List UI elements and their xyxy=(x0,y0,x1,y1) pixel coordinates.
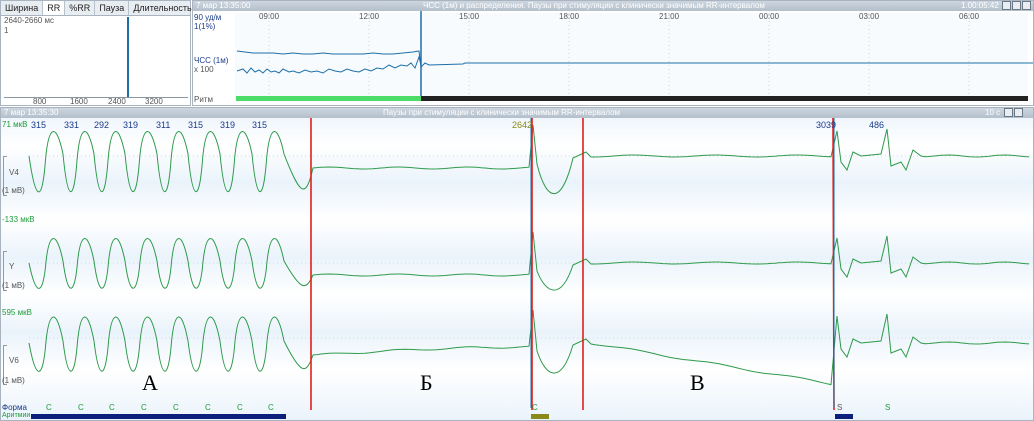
rr-value: 319 xyxy=(123,120,139,130)
lead-v6-trace xyxy=(28,309,1030,386)
trend-time-tick: 21:00 xyxy=(659,12,680,21)
tab-duration[interactable]: Длительность xyxy=(129,1,197,15)
tab-pause[interactable]: Пауза xyxy=(95,1,130,15)
trend-rhythm-label: Ритм xyxy=(194,95,213,104)
beat-form: C xyxy=(109,403,115,412)
histogram-tabs: Ширина RR %RR Пауза Длительность xyxy=(1,1,197,16)
tab-rr[interactable]: RR xyxy=(43,1,66,15)
trend-scale: x 100 xyxy=(194,65,214,74)
rr-value: 315 xyxy=(252,120,268,130)
lead-scale: (1 мВ) xyxy=(2,376,25,385)
trend-date: 7 мар 13:35:00 xyxy=(196,1,251,10)
trend-y-count: 1(1%) xyxy=(194,22,216,31)
histogram-panel: Ширина RR %RR Пауза Длительность 2640-26… xyxy=(0,0,197,106)
trend-y-axis: 90 уд/м 1(1%) ЧСС (1м) x 100 Ритм xyxy=(193,11,235,105)
beat-form: S xyxy=(885,403,891,412)
trend-titlebar: 7 мар 13:35:00 ЧСС (1м) и распределения.… xyxy=(193,1,1033,11)
pause-rr-value: 3039 xyxy=(816,120,837,130)
ecg-date: 7 мар 13:35:30 xyxy=(4,108,59,117)
trend-time-tick: 06:00 xyxy=(959,12,980,21)
ecg-panel: 7 мар 13:35:30 Паузы при стимуляции с кл… xyxy=(0,107,1034,421)
trend-time-tick: 00:00 xyxy=(759,12,780,21)
arrhythmia-label: Аритмии xyxy=(2,412,31,419)
beat-form: C xyxy=(237,403,243,412)
form-label: Форма xyxy=(2,403,27,412)
zoom-button-icon[interactable] xyxy=(1002,1,1011,11)
lead-offset: 595 мкВ xyxy=(2,308,32,317)
tab-width[interactable]: Ширина xyxy=(1,1,44,15)
pause-rr-value: 2642 xyxy=(512,120,533,130)
ecg-titlebar: 7 мар 13:35:30 Паузы при стимуляции с кл… xyxy=(1,108,1033,118)
tab-percent-rr[interactable]: %RR xyxy=(65,1,96,15)
rr-value: 486 xyxy=(869,120,885,130)
beat-form: C xyxy=(46,403,52,412)
histogram-range: 2640-2660 мс xyxy=(4,16,54,25)
trend-title: ЧСС (1м) и распределения. Паузы при стим… xyxy=(423,1,765,10)
lead-scale: (1 мВ) xyxy=(2,281,25,290)
lead-y-trace xyxy=(28,231,1030,291)
lead-name: V4 xyxy=(9,168,19,177)
zoom-button-icon[interactable] xyxy=(1004,108,1013,118)
trend-time-tick: 12:00 xyxy=(359,12,380,21)
histogram-count: 1 xyxy=(4,26,9,35)
segment-label-a: А xyxy=(142,370,158,395)
histogram-bar xyxy=(127,17,129,97)
close-icon[interactable] xyxy=(1014,108,1023,118)
segment-label-b: Б xyxy=(420,370,433,395)
trend-time-tick: 18:00 xyxy=(559,12,580,21)
histogram-tick: 2400 xyxy=(108,97,126,106)
beat-form: C xyxy=(78,403,84,412)
histogram-tick: 1600 xyxy=(70,97,88,106)
restore-button-icon[interactable] xyxy=(1012,1,1021,11)
beat-form: C xyxy=(205,403,211,412)
lead-offset: 71 мкВ xyxy=(2,120,28,129)
trend-time-tick: 09:00 xyxy=(259,12,280,21)
beat-form: S xyxy=(837,403,843,412)
lead-scale: (1 мВ) xyxy=(2,186,25,195)
trend-time-tick: 03:00 xyxy=(859,12,880,21)
lead-name: V6 xyxy=(9,356,19,365)
rr-value: 315 xyxy=(31,120,47,130)
trend-y-top: 90 уд/м xyxy=(194,13,222,22)
trend-panel: 7 мар 13:35:00 ЧСС (1м) и распределения.… xyxy=(192,0,1034,106)
beat-form: C xyxy=(532,403,538,412)
lead-offset: -133 мкВ xyxy=(2,215,35,224)
beat-form: C xyxy=(173,403,179,412)
rr-value: 331 xyxy=(64,120,80,130)
close-icon[interactable] xyxy=(1022,1,1031,11)
trend-duration: 1.00:05:42 xyxy=(961,1,999,10)
beat-form: C xyxy=(268,403,274,412)
rr-value: 315 xyxy=(188,120,204,130)
ecg-speed: 10 с xyxy=(985,108,1001,117)
histogram-tick: 3200 xyxy=(145,97,163,106)
beat-form: C xyxy=(141,403,147,412)
rr-value: 292 xyxy=(94,120,110,130)
lead-v4-trace xyxy=(28,124,1030,194)
lead-name: Y xyxy=(9,262,15,271)
trend-chart xyxy=(235,11,1033,101)
histogram-tick: 800 xyxy=(33,97,47,106)
trend-hr-label: ЧСС (1м) xyxy=(194,56,229,65)
rr-value: 311 xyxy=(156,120,171,130)
ecg-title: Паузы при стимуляции с клинически значим… xyxy=(383,108,621,117)
rr-value: 319 xyxy=(220,120,236,130)
trend-time-tick: 15:00 xyxy=(459,12,480,21)
segment-label-v: В xyxy=(690,370,705,395)
